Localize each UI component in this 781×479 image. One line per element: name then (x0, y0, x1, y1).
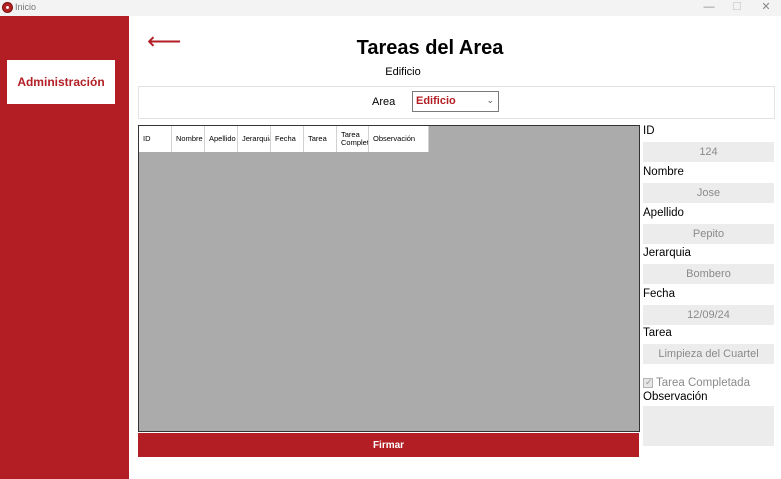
fecha-label: Fecha (643, 288, 675, 300)
column-header-fecha[interactable]: Fecha (271, 126, 304, 152)
page-title: Tareas del Area (356, 37, 504, 59)
column-header-apellido[interactable]: Apellido (205, 126, 238, 152)
tarea-completada-checkbox[interactable] (643, 377, 653, 388)
close-button[interactable]: ✕ (751, 0, 781, 16)
id-label: ID (643, 125, 655, 137)
column-header-observacion[interactable]: Observación (369, 126, 429, 152)
id-field[interactable]: 124 (643, 142, 774, 162)
tarea-label: Tarea (643, 327, 672, 339)
tarea-field[interactable]: Limpieza del Cuartel (643, 344, 774, 364)
column-header-jerarquia[interactable]: Jerarquia (238, 126, 271, 152)
nombre-label: Nombre (643, 166, 684, 178)
firmar-button[interactable]: Firmar (138, 433, 639, 457)
area-select-value: Edificio (416, 95, 456, 107)
apellido-label: Apellido (643, 207, 684, 219)
observacion-field[interactable] (643, 406, 774, 446)
tasks-grid[interactable]: ID Nombre Apellido Jerarquia Fecha Tarea… (138, 125, 640, 432)
completada-row: Tarea Completada (643, 377, 750, 389)
fecha-field[interactable]: 12/09/24 (643, 305, 774, 325)
app-icon (2, 2, 13, 13)
title-bar: Inicio — ☐ ✕ (0, 0, 781, 16)
minimize-button[interactable]: — (694, 0, 724, 16)
window-title: Inicio (15, 2, 37, 12)
area-select[interactable]: Edificio ⌄ (412, 91, 499, 112)
tarea-completada-label: Tarea Completada (656, 377, 750, 389)
sidebar-item-administracion[interactable]: Administración (7, 60, 115, 104)
nombre-field[interactable]: Jose (643, 183, 774, 203)
page-subtitle: Edificio (385, 66, 421, 78)
chevron-down-icon: ⌄ (486, 95, 494, 105)
column-header-nombre[interactable]: Nombre (172, 126, 205, 152)
column-header-tarea-completa[interactable]: Tarea Completa (337, 126, 369, 152)
jerarquia-field[interactable]: Bombero (643, 264, 774, 284)
back-arrow-icon[interactable]: ⟵ (147, 30, 181, 54)
maximize-button[interactable]: ☐ (722, 0, 752, 16)
jerarquia-label: Jerarquia (643, 247, 691, 259)
grid-header: ID Nombre Apellido Jerarquia Fecha Tarea… (139, 126, 429, 152)
apellido-field[interactable]: Pepito (643, 224, 774, 244)
area-label: Area (372, 96, 396, 108)
column-header-id[interactable]: ID (139, 126, 172, 152)
sidebar: Administración (0, 16, 129, 479)
observacion-label: Observación (643, 391, 708, 403)
column-header-tarea[interactable]: Tarea (304, 126, 337, 152)
